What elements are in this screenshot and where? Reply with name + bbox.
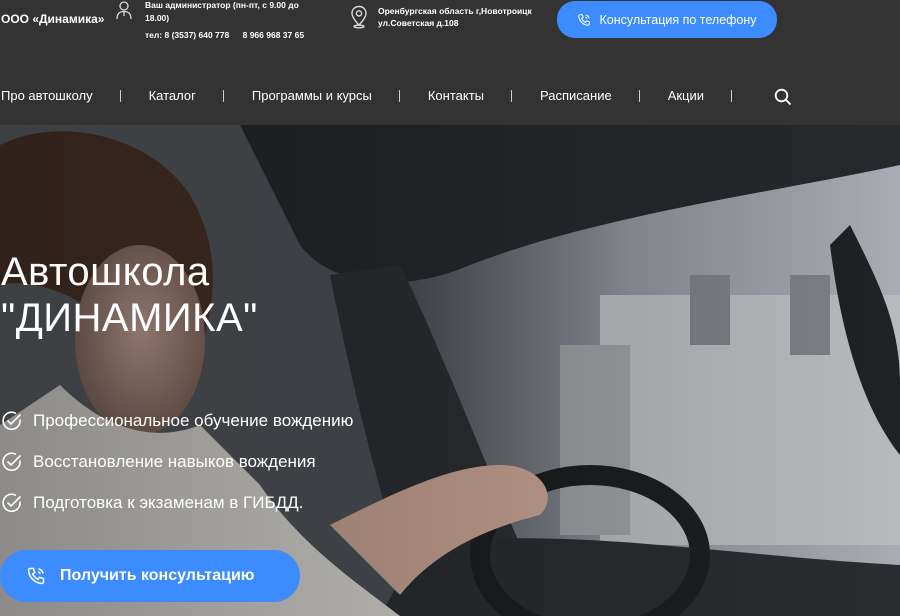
nav-separator [398, 89, 400, 102]
feature-text: Подготовка к экзаменам в ГИБДД. [33, 492, 304, 512]
hero-section: Автошкола "ДИНАМИКА" Профессиональное об… [0, 125, 900, 616]
phone-numbers: тел: 8 (3537) 640 778 8 966 968 37 65 [145, 30, 304, 40]
check-circle-icon [2, 492, 22, 512]
nav-separator [119, 89, 121, 102]
nav-item-about[interactable]: Про автошколу [1, 88, 93, 103]
nav-separator [638, 89, 640, 102]
phone-icon [27, 567, 45, 585]
feature-item: Восстановление навыков вождения [1, 441, 353, 482]
search-icon[interactable] [774, 88, 792, 106]
address: Оренбургская область г,Новотроицк ул.Сов… [378, 5, 553, 29]
phone-icon [578, 13, 591, 26]
hero-title-line-1: Автошкола [1, 250, 210, 294]
nav-separator [731, 89, 733, 102]
nav-item-contacts[interactable]: Контакты [428, 88, 484, 103]
feature-text: Профессиональное обучение вождению [33, 410, 354, 430]
administrator-icon [116, 1, 132, 20]
hero-background-image [0, 125, 900, 616]
hero-title-line-2: "ДИНАМИКА" [1, 296, 258, 340]
get-consultation-button[interactable]: Получить консультацию [0, 550, 300, 602]
brand-name[interactable]: ООО «Динамика» [1, 12, 104, 26]
check-circle-icon [2, 410, 22, 430]
phone-number-1[interactable]: тел: 8 (3537) 640 778 [145, 30, 229, 40]
get-consultation-label: Получить консультацию [60, 567, 255, 584]
hero-title: Автошкола "ДИНАМИКА" [1, 249, 258, 341]
nav-item-catalog[interactable]: Каталог [149, 88, 196, 103]
phone-consultation-label: Консультация по телефону [599, 12, 757, 27]
address-line-1: Оренбургская область г,Новотроицк [378, 6, 532, 16]
nav-separator [511, 89, 513, 102]
administrator-hours: Ваш администратор (пн-пт, с 9.00 до 18.0… [145, 0, 299, 23]
feature-item: Профессиональное обучение вождению [1, 400, 353, 441]
top-bar: ООО «Динамика» Ваш администратор (пн-пт,… [0, 0, 900, 60]
nav-separator [222, 89, 224, 102]
feature-text: Восстановление навыков вождения [33, 451, 316, 471]
phone-consultation-button[interactable]: Консультация по телефону [557, 1, 777, 38]
nav-list: Про автошколу Каталог Программы и курсы … [1, 88, 733, 103]
feature-item: Подготовка к экзаменам в ГИБДД. [1, 482, 353, 523]
nav-item-schedule[interactable]: Расписание [540, 88, 612, 103]
feature-list: Профессиональное обучение вождению Восст… [1, 400, 353, 523]
address-line-2: ул.Советская д.108 [378, 18, 459, 28]
main-nav: Про автошколу Каталог Программы и курсы … [0, 60, 900, 125]
check-circle-icon [2, 451, 22, 471]
nav-item-programs[interactable]: Программы и курсы [252, 88, 372, 103]
location-pin-icon [351, 5, 367, 29]
nav-item-promotions[interactable]: Акции [668, 88, 704, 103]
phone-number-2[interactable]: 8 966 968 37 65 [243, 30, 304, 40]
